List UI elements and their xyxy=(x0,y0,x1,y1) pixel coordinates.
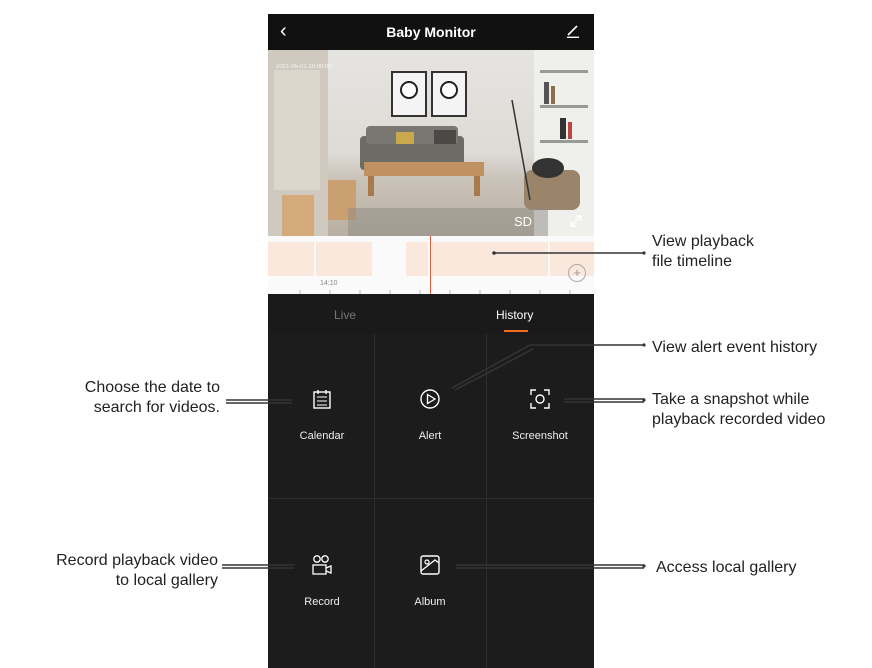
annotation-line: View playback xyxy=(652,233,754,250)
annotation-line: Take a snapshot while xyxy=(652,391,810,408)
expand-icon[interactable] xyxy=(570,215,582,227)
tab-live[interactable]: Live xyxy=(334,308,356,322)
album-button[interactable]: Album xyxy=(376,500,484,664)
action-grid: Calendar Alert Screenshot Record Album xyxy=(268,334,594,668)
record-video-icon xyxy=(312,555,332,575)
video-player[interactable]: 2021-05-01 15:00:00 SD xyxy=(268,50,594,236)
annotation-album: Access local gallery xyxy=(656,558,797,578)
annotation-line: to local gallery xyxy=(115,572,218,589)
annotation-record: Record playback video to local gallery xyxy=(0,551,218,591)
grid-divider xyxy=(268,498,594,499)
annotation-calendar: Choose the date to search for videos. xyxy=(0,378,220,418)
annotation-line: file timeline xyxy=(652,253,733,270)
timeline-segment xyxy=(268,242,314,276)
page-title: Baby Monitor xyxy=(386,24,476,40)
annotation-line: search for videos. xyxy=(93,399,220,416)
annotation-line: View alert event history xyxy=(652,339,818,356)
tab-history[interactable]: History xyxy=(496,308,533,322)
video-timestamp: 2021-05-01 15:00:00 xyxy=(276,64,332,70)
screenshot-label: Screenshot xyxy=(512,430,568,442)
active-tab-indicator xyxy=(504,330,528,332)
timeline-segment xyxy=(406,242,428,276)
edit-pencil-icon[interactable] xyxy=(566,24,580,38)
album-label: Album xyxy=(414,596,446,608)
annotation-alert: View alert event history xyxy=(652,338,817,358)
quality-button[interactable]: SD xyxy=(514,214,532,229)
phone-screen: ‹ Baby Monitor 2021-05-01 15:00:00 SD 14… xyxy=(268,14,594,668)
room-scene-image xyxy=(268,50,594,236)
annotation-screenshot: Take a snapshot while playback recorded … xyxy=(652,390,825,430)
top-bar: ‹ Baby Monitor xyxy=(268,14,594,50)
annotation-timeline: View playback file timeline xyxy=(652,232,754,272)
record-button[interactable]: Record xyxy=(268,500,376,664)
timeline-time-label: 14:10 xyxy=(320,280,338,287)
alert-button[interactable]: Alert xyxy=(376,334,484,498)
playback-timeline[interactable]: 14:10 + xyxy=(268,236,594,294)
view-tabs: Live History xyxy=(268,294,594,334)
annotation-line: Access local gallery xyxy=(656,559,797,576)
calendar-button[interactable]: Calendar xyxy=(268,334,376,498)
play-circle-icon xyxy=(420,389,440,409)
annotation-line: playback recorded video xyxy=(652,411,826,428)
calendar-icon xyxy=(313,390,331,409)
camera-frame-icon xyxy=(530,389,550,409)
timeline-playhead[interactable] xyxy=(430,236,431,294)
plus-circle-icon[interactable]: + xyxy=(568,264,586,282)
record-label: Record xyxy=(304,596,340,608)
album-image-icon xyxy=(420,555,440,575)
calendar-label: Calendar xyxy=(299,430,345,442)
annotation-line: Record playback video xyxy=(56,552,218,569)
timeline-segment xyxy=(316,242,372,276)
alert-label: Alert xyxy=(418,430,442,442)
timeline-segment xyxy=(432,242,548,276)
screenshot-button[interactable]: Screenshot xyxy=(486,334,594,498)
annotation-line: Choose the date to xyxy=(84,379,220,396)
